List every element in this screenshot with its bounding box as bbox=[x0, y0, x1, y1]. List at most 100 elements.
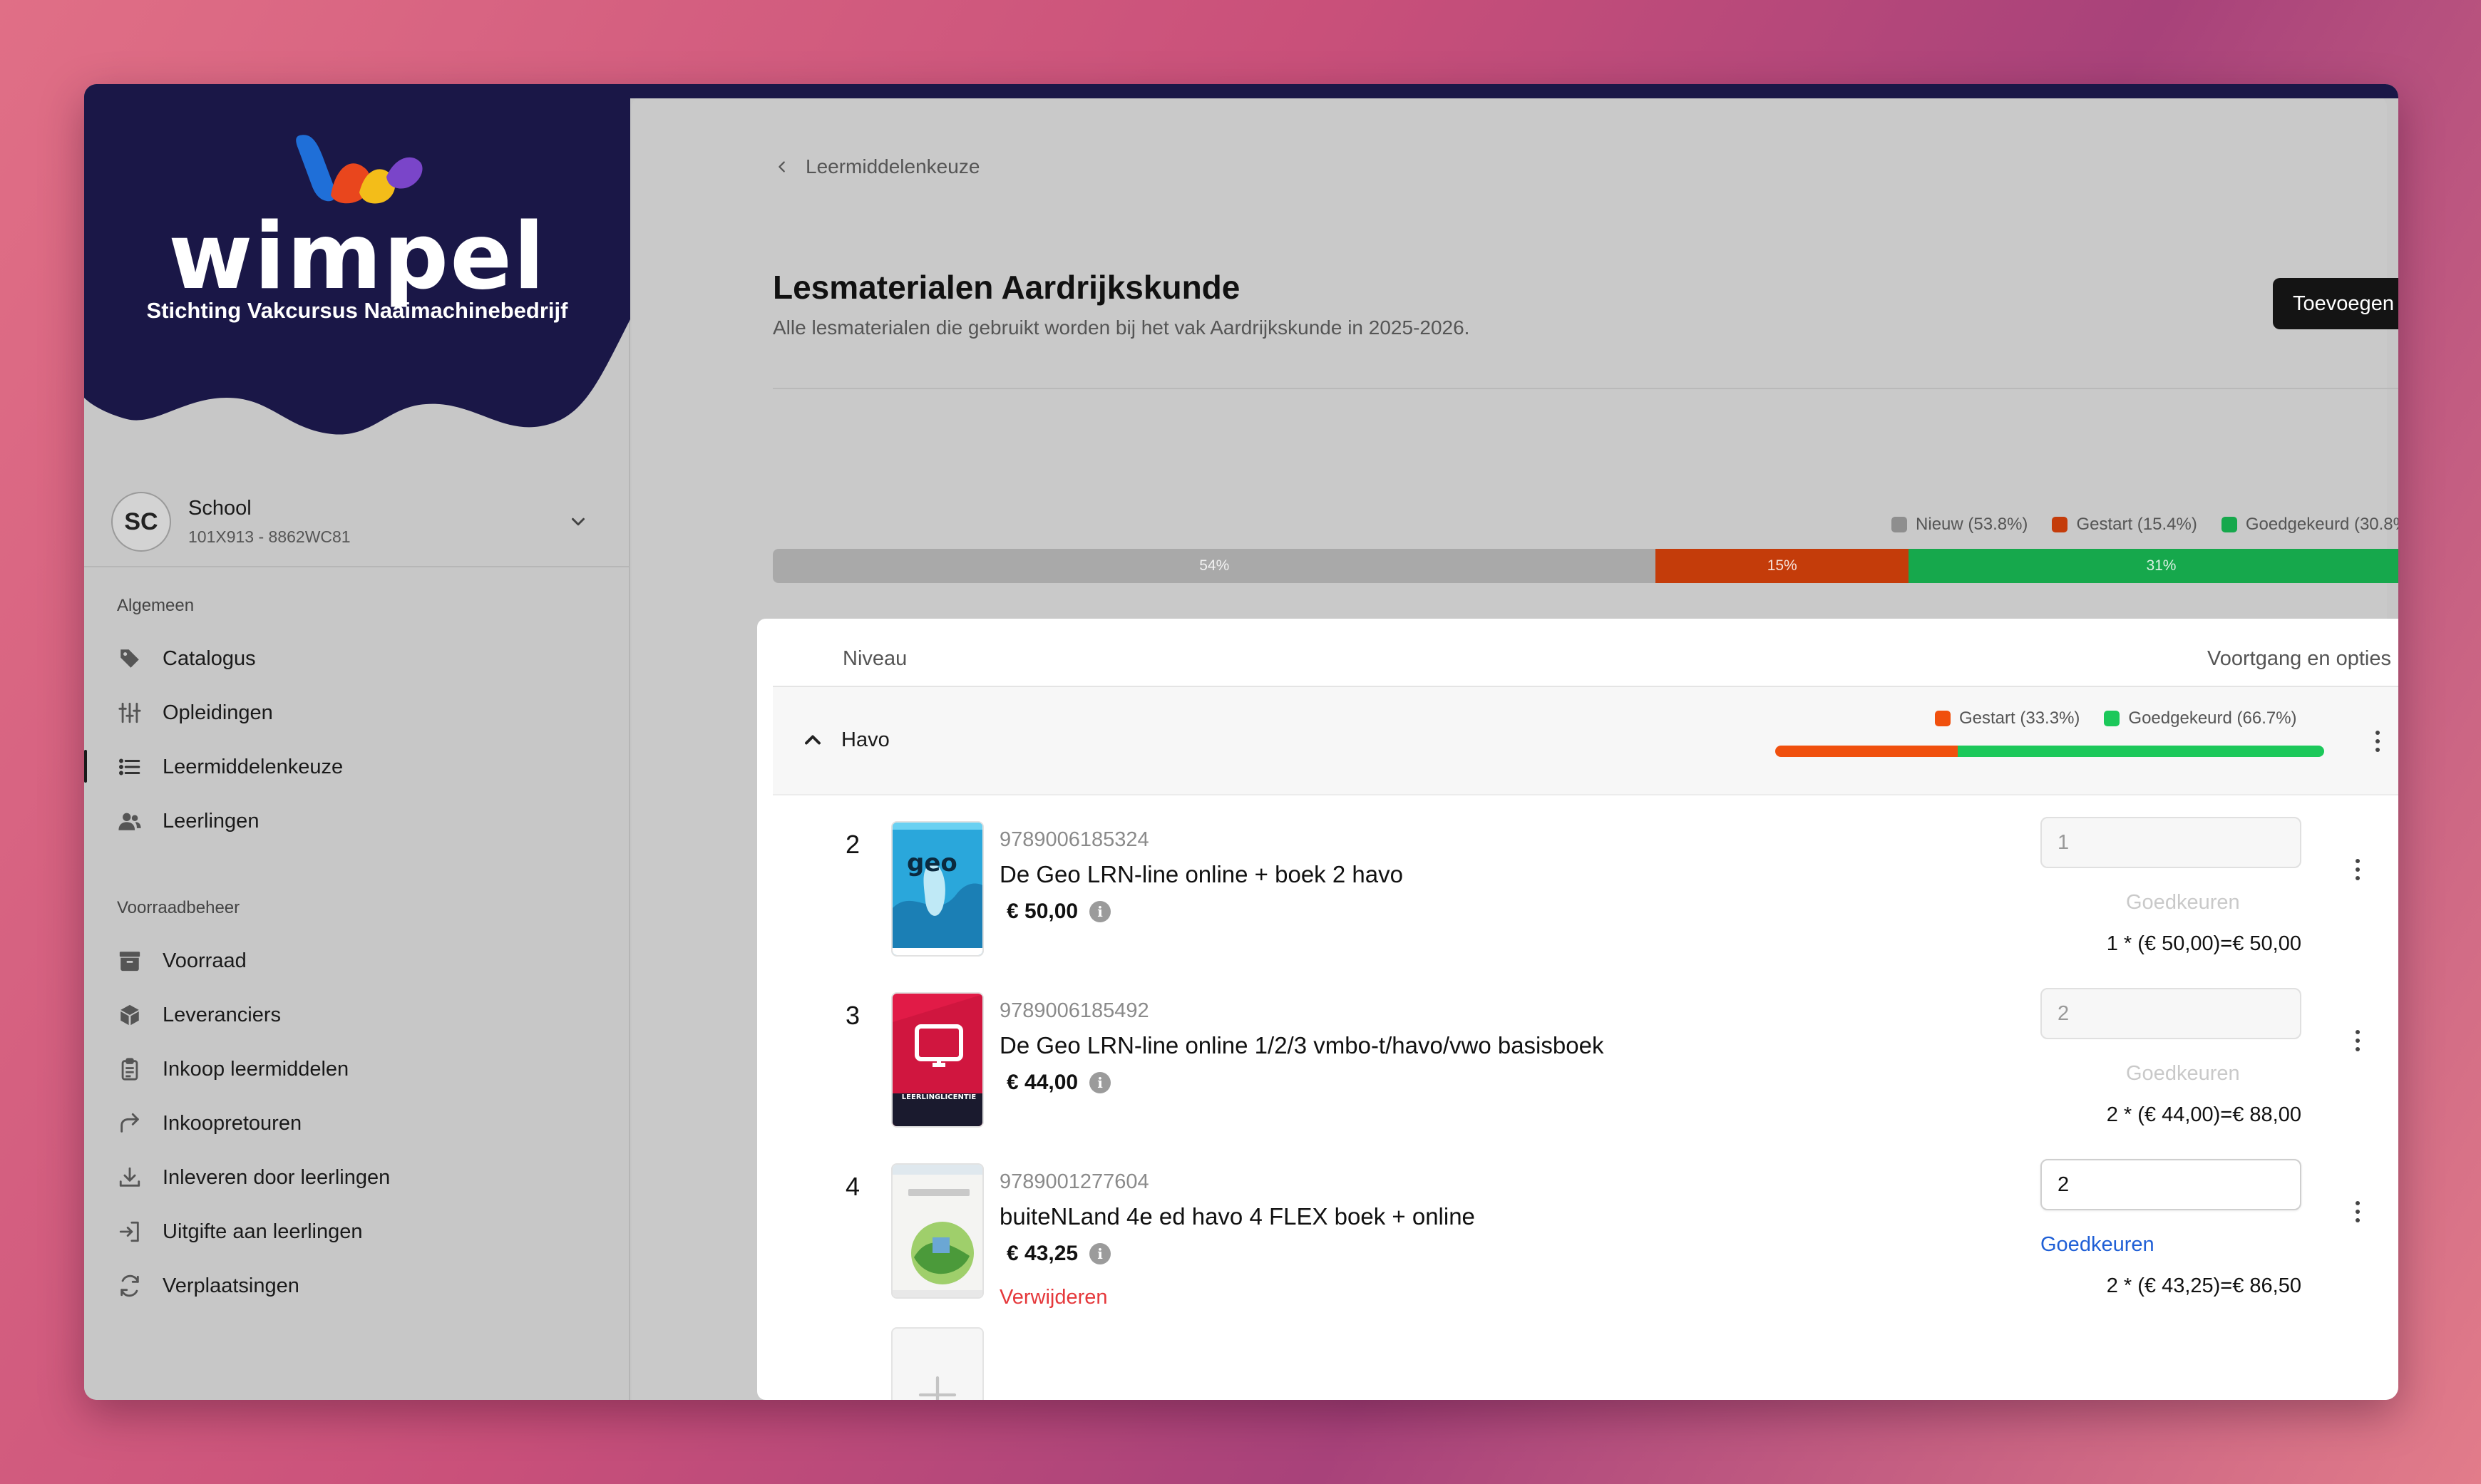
item-title: De Geo LRN-line online 1/2/3 vmbo-t/havo… bbox=[1000, 1032, 1604, 1058]
group-row-havo[interactable]: Havo Gestart (33.3%) Goedgekeurd (66.7%) bbox=[773, 687, 2398, 795]
materials-card: Niveau Voortgang en opties Havo Gestart … bbox=[757, 619, 2398, 1400]
page-title: Lesmaterialen Aardrijkskunde bbox=[773, 269, 1240, 306]
overall-progress-legend: Nieuw (53.8%) Gestart (15.4%) Goedgekeur… bbox=[1867, 515, 2398, 535]
item-options-kebab-icon[interactable] bbox=[2347, 1025, 2368, 1056]
progress-segment-gestart: 15% bbox=[1655, 549, 1909, 583]
approve-button[interactable]: Goedkeuren bbox=[2040, 1233, 2154, 1257]
box-icon bbox=[117, 1002, 143, 1028]
material-row: 2 geo 9789006185324 De Geo LRN-line onli… bbox=[757, 805, 2398, 957]
nav-section-title: Voorraadbeheer bbox=[117, 898, 240, 917]
users-icon bbox=[117, 808, 143, 834]
remove-link[interactable]: Verwijderen bbox=[1000, 1286, 1108, 1309]
license-cover[interactable]: LEERLINGLICENTIE bbox=[891, 992, 984, 1128]
chevron-left-icon bbox=[779, 161, 785, 172]
legend-swatch bbox=[1935, 711, 1951, 726]
nav-item-inkoop-leermiddelen[interactable]: Inkoop leermiddelen bbox=[117, 1046, 602, 1092]
tag-icon bbox=[117, 646, 143, 671]
nav-item-opleidingen[interactable]: Opleidingen bbox=[117, 690, 602, 736]
sliders-icon bbox=[117, 700, 143, 726]
legend-swatch bbox=[2221, 517, 2237, 532]
nav-item-leveranciers[interactable]: Leveranciers bbox=[117, 992, 602, 1038]
column-header-level: Niveau bbox=[843, 647, 908, 670]
page-subtitle: Alle lesmaterialen die gebruikt worden b… bbox=[773, 316, 1470, 339]
download-icon bbox=[117, 1165, 143, 1190]
school-switcher[interactable]: SC School 101X913 - 8862WC81 bbox=[111, 472, 603, 572]
nav-item-label: Inkoop leermiddelen bbox=[163, 1057, 349, 1081]
overall-progress-bar: 54% 15% 31% bbox=[773, 549, 2398, 583]
material-row: 3 LEERLINGLICENTIE 9789006185492 De Geo … bbox=[757, 977, 2398, 1128]
legend-item: Nieuw (53.8%) bbox=[1891, 515, 2028, 535]
item-number: 3 bbox=[846, 1001, 861, 1030]
add-button[interactable]: Toevoegen bbox=[2273, 278, 2398, 329]
nav-item-catalogus[interactable]: Catalogus bbox=[117, 636, 602, 681]
nav-item-uitgifte[interactable]: Uitgifte aan leerlingen bbox=[117, 1209, 602, 1254]
brand-wordmark: wimpel bbox=[168, 204, 546, 310]
add-material-tile[interactable] bbox=[891, 1327, 984, 1400]
nav-item-label: Catalogus bbox=[163, 646, 256, 670]
nav-item-label: Opleidingen bbox=[163, 701, 273, 724]
window-topbar bbox=[84, 84, 2398, 98]
group-segment-gestart bbox=[1775, 746, 1958, 757]
school-name: School bbox=[188, 497, 252, 520]
legend-swatch bbox=[2052, 517, 2068, 532]
legend-item: Gestart (33.3%) bbox=[1935, 708, 2080, 728]
nav-item-leerlingen[interactable]: Leerlingen bbox=[117, 798, 602, 844]
info-icon[interactable]: i bbox=[1089, 1072, 1111, 1093]
nav-item-label: Leerlingen bbox=[163, 809, 260, 833]
legend-item: Goedgekeurd (30.8%) bbox=[2221, 515, 2398, 535]
chevron-up-icon[interactable] bbox=[800, 727, 826, 753]
main-content: Leermiddelenkeuze Lesmaterialen Aardrijk… bbox=[632, 96, 2398, 1400]
header-divider bbox=[773, 388, 2398, 389]
group-name: Havo bbox=[841, 728, 890, 751]
item-calculation: 1 * (€ 50,00)=€ 50,00 bbox=[2106, 932, 2301, 955]
group-progress-legend: Gestart (33.3%) Goedgekeurd (66.7%) bbox=[1935, 708, 2297, 728]
list-icon bbox=[117, 754, 143, 780]
legend-item: Goedgekeurd (66.7%) bbox=[2104, 708, 2297, 728]
item-options-kebab-icon[interactable] bbox=[2347, 1196, 2368, 1227]
svg-text:geo: geo bbox=[907, 849, 957, 877]
cover-text: LEERLINGLICENTIE bbox=[902, 1093, 977, 1101]
approve-button[interactable]: Goedkeuren bbox=[2126, 891, 2240, 914]
item-options-kebab-icon[interactable] bbox=[2347, 854, 2368, 885]
nav-item-voorraad[interactable]: Voorraad bbox=[117, 938, 602, 984]
chevron-down-icon bbox=[572, 517, 585, 526]
item-price: € 43,25 i bbox=[1007, 1242, 1111, 1266]
nav-item-label: Uitgifte aan leerlingen bbox=[163, 1220, 363, 1243]
nav-item-label: Leveranciers bbox=[163, 1003, 282, 1026]
quantity-input[interactable] bbox=[2040, 988, 2301, 1039]
nav-item-leermiddelenkeuze[interactable]: Leermiddelenkeuze bbox=[117, 744, 602, 790]
item-isbn: 9789006185324 bbox=[1000, 828, 1149, 851]
approve-button[interactable]: Goedkeuren bbox=[2126, 1062, 2240, 1086]
item-price: € 50,00 i bbox=[1007, 900, 1111, 924]
nav-item-inleveren[interactable]: Inleveren door leerlingen bbox=[117, 1155, 602, 1200]
group-options-kebab-icon[interactable] bbox=[2367, 726, 2388, 757]
nav-item-inkoopretouren[interactable]: Inkoopretouren bbox=[117, 1101, 602, 1146]
organization-name: Stichting Vakcursus Naaimachinebedrijf bbox=[146, 298, 568, 323]
wimpel-logo-icon bbox=[296, 135, 423, 204]
active-nav-marker bbox=[84, 750, 87, 783]
group-progress-bar bbox=[1775, 746, 2324, 757]
material-row: 4 9789001277604 buiteNLand 4e ed havo 4 … bbox=[757, 1148, 2398, 1309]
item-isbn: 9789001277604 bbox=[1000, 1170, 1149, 1193]
item-isbn: 9789006185492 bbox=[1000, 999, 1149, 1022]
nav-item-verplaatsingen[interactable]: Verplaatsingen bbox=[117, 1263, 602, 1309]
info-icon[interactable]: i bbox=[1089, 901, 1111, 922]
sign-in-icon bbox=[117, 1219, 143, 1245]
breadcrumb-label: Leermiddelenkeuze bbox=[806, 155, 980, 177]
item-calculation: 2 * (€ 43,25)=€ 86,50 bbox=[2106, 1274, 2301, 1297]
item-number: 2 bbox=[846, 830, 861, 859]
breadcrumb[interactable]: Leermiddelenkeuze bbox=[774, 155, 980, 178]
progress-segment-nieuw: 54% bbox=[773, 549, 1656, 583]
info-icon[interactable]: i bbox=[1089, 1243, 1111, 1264]
archive-icon bbox=[117, 948, 143, 974]
quantity-input[interactable] bbox=[2040, 1159, 2301, 1210]
clipboard-icon bbox=[117, 1056, 143, 1082]
legend-item: Gestart (15.4%) bbox=[2052, 515, 2197, 535]
nav-item-label: Leermiddelenkeuze bbox=[163, 755, 344, 778]
geo-book-cover[interactable]: geo bbox=[891, 821, 984, 957]
quantity-input[interactable] bbox=[2040, 817, 2301, 868]
nav-item-label: Inkoopretouren bbox=[163, 1111, 302, 1135]
app-window: wimpel Stichting Vakcursus Naaimachinebe… bbox=[84, 84, 2398, 1400]
buitenland-book-cover[interactable] bbox=[891, 1163, 984, 1299]
item-price: € 44,00 i bbox=[1007, 1071, 1111, 1095]
